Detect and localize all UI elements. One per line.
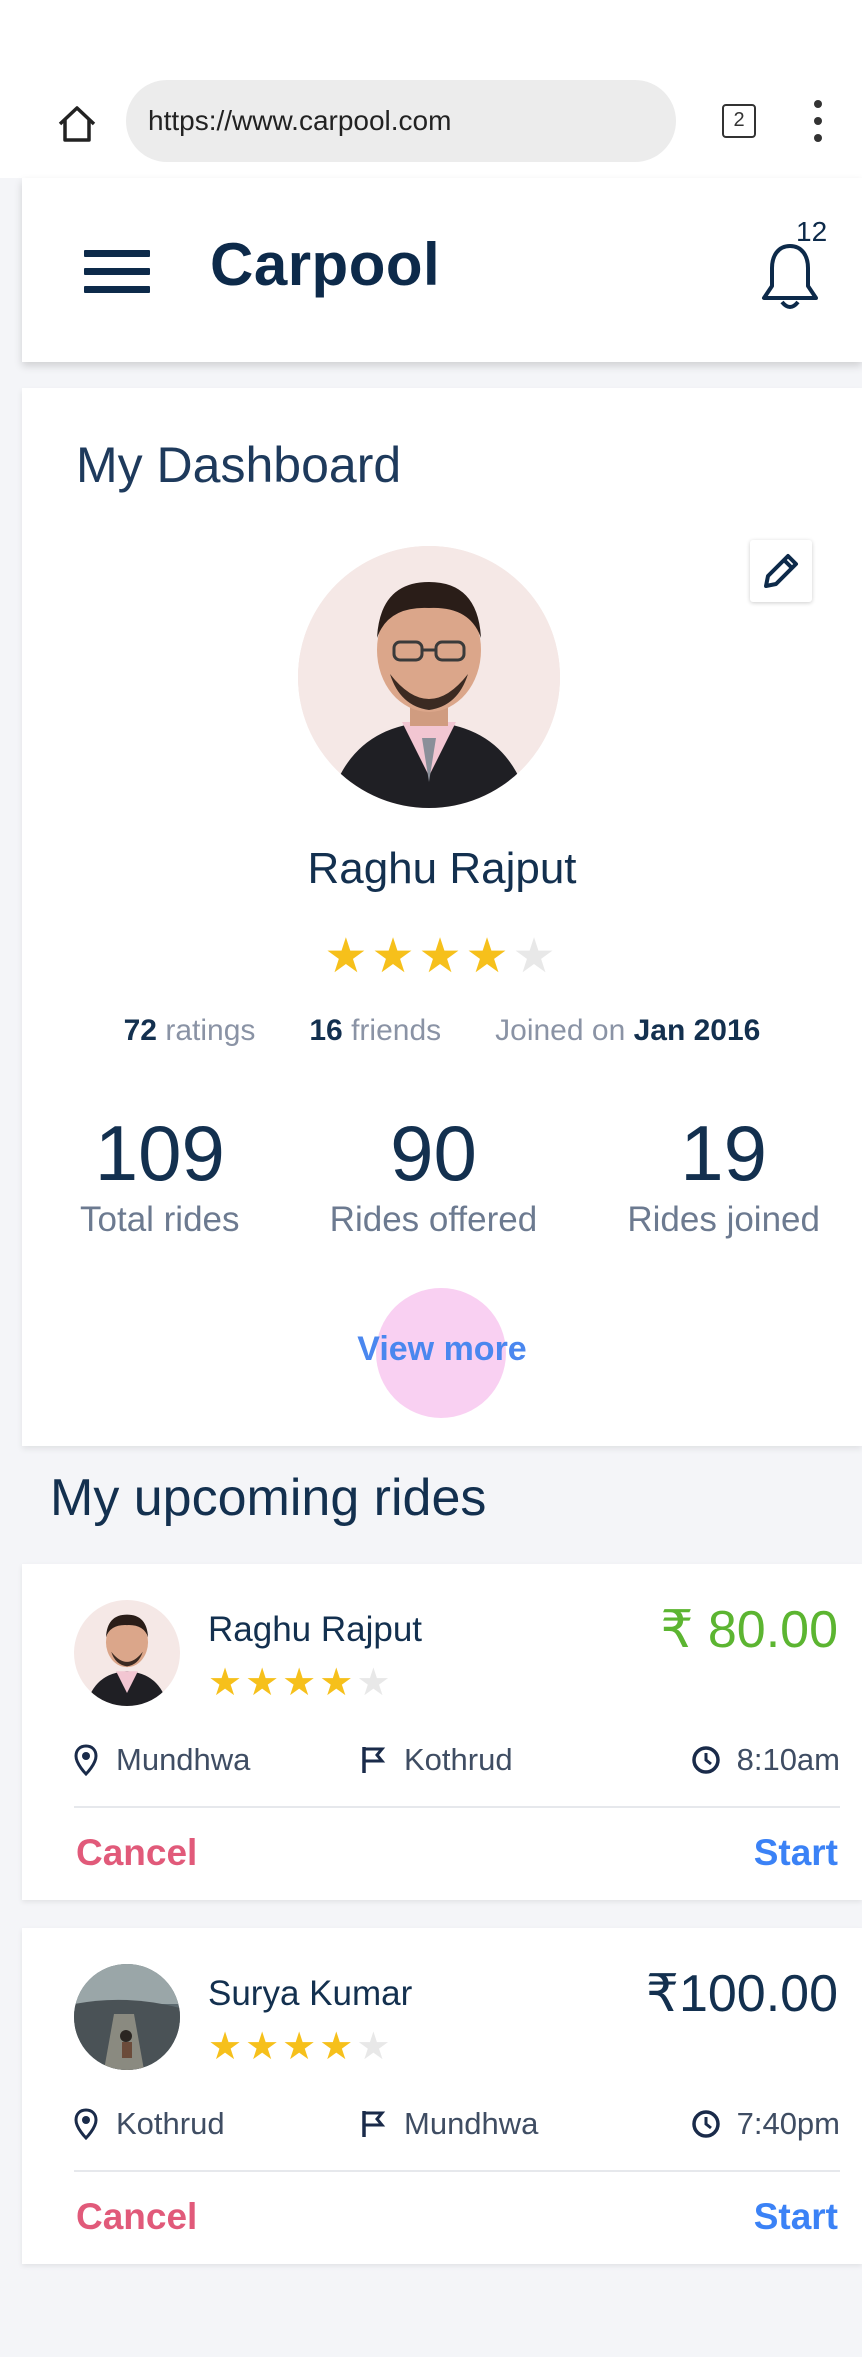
bell-icon[interactable]	[754, 238, 826, 318]
dashboard-title: My Dashboard	[76, 437, 402, 493]
view-more-link[interactable]: View more	[22, 1330, 862, 1369]
ride-card: Raghu Rajput ★★★★★ ₹ 80.00 Mundhwa Kothr…	[22, 1564, 862, 1900]
url-text: https://www.carpool.com	[148, 105, 452, 136]
browser-toolbar: https://www.carpool.com 2	[0, 0, 862, 178]
clock-icon	[691, 2110, 720, 2138]
location-pin-icon	[74, 2108, 98, 2140]
location-pin-icon	[74, 1744, 98, 1776]
stat-rides-joined: 19 Rides joined	[627, 1109, 820, 1239]
cancel-ride-button[interactable]: Cancel	[76, 2196, 197, 2238]
notification-count: 12	[796, 216, 828, 247]
start-ride-button[interactable]: Start	[754, 2196, 838, 2238]
stat-total-rides: 109 Total rides	[80, 1109, 240, 1239]
flag-icon	[362, 2111, 386, 2137]
app-header: Carpool 12	[22, 178, 862, 362]
friends-info: 16 friends	[309, 1014, 442, 1047]
home-icon[interactable]	[56, 104, 98, 144]
start-ride-button[interactable]: Start	[754, 1832, 838, 1874]
driver-rating-stars: ★★★★★	[208, 2026, 394, 2068]
ride-card: Surya Kumar ★★★★★ ₹100.00 Kothrud Mundhw…	[22, 1928, 862, 2264]
profile-meta: 72 ratings 16 friends Joined on Jan 2016	[22, 1014, 862, 1048]
ride-time: 7:40pm	[691, 2106, 840, 2142]
address-bar[interactable]: https://www.carpool.com	[126, 80, 676, 162]
menu-icon[interactable]	[84, 250, 150, 294]
driver-avatar	[74, 1964, 180, 2070]
ratings-info: 72 ratings	[123, 1014, 256, 1047]
pencil-icon	[764, 554, 798, 588]
dashboard-card: My Dashboard Raghu Rajput ★★★★★ 72 ratin…	[22, 388, 862, 1446]
pickup-location: Mundhwa	[74, 1742, 250, 1778]
profile-avatar	[298, 546, 560, 808]
driver-rating-stars: ★★★★★	[208, 1662, 394, 1704]
driver-name: Surya Kumar	[208, 1974, 413, 2013]
kebab-menu-icon[interactable]	[812, 100, 824, 142]
stat-rides-offered: 90 Rides offered	[329, 1109, 538, 1239]
driver-avatar	[74, 1600, 180, 1706]
drop-location: Mundhwa	[360, 2106, 538, 2142]
app-screen: Carpool 12 My Dashboard Raghu Rajput ★★★…	[22, 178, 862, 2357]
ride-price: ₹100.00	[645, 1965, 838, 2023]
upcoming-rides-title: My upcoming rides	[50, 1469, 487, 1527]
edit-profile-button[interactable]	[750, 540, 812, 602]
clock-icon	[691, 1746, 720, 1774]
ride-price: ₹ 80.00	[660, 1601, 838, 1659]
cancel-ride-button[interactable]: Cancel	[76, 1832, 197, 1874]
profile-name: Raghu Rajput	[307, 844, 577, 893]
profile-rating-stars: ★★★★★	[324, 930, 560, 983]
tab-switcher-button[interactable]: 2	[722, 104, 756, 138]
divider	[74, 1806, 840, 1808]
flag-icon	[362, 1747, 386, 1773]
drop-location: Kothrud	[360, 1742, 513, 1778]
app-title: Carpool	[210, 231, 441, 298]
pickup-location: Kothrud	[74, 2106, 225, 2142]
divider	[74, 2170, 840, 2172]
joined-info: Joined on Jan 2016	[495, 1014, 761, 1047]
driver-name: Raghu Rajput	[208, 1610, 423, 1649]
ride-time: 8:10am	[691, 1742, 840, 1778]
ride-stats: 109 Total rides 90 Rides offered 19 Ride…	[80, 1108, 820, 1240]
